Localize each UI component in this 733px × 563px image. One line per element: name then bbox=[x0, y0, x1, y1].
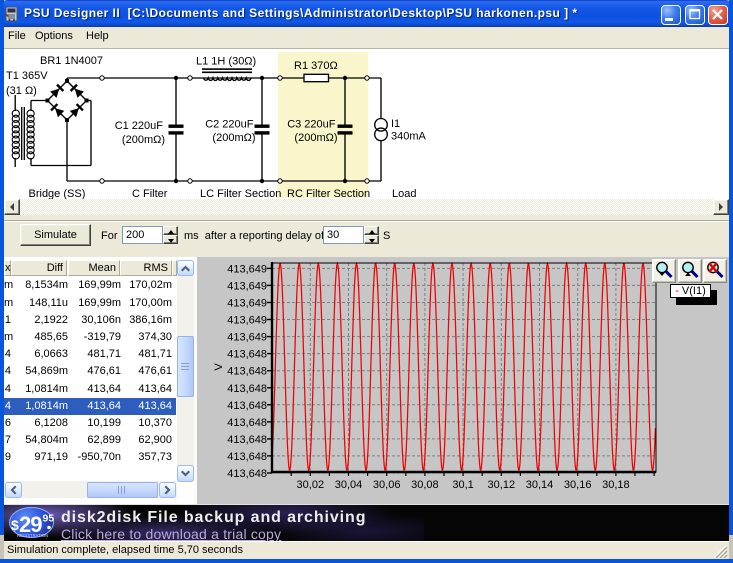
svg-text:30,02: 30,02 bbox=[297, 479, 325, 491]
svg-text:413,648: 413,648 bbox=[227, 383, 267, 395]
svg-text:Bridge (SS): Bridge (SS) bbox=[29, 188, 86, 199]
svg-text:(31 Ω): (31 Ω) bbox=[6, 85, 37, 97]
svg-text:BR1 1N4007: BR1 1N4007 bbox=[40, 55, 103, 67]
svg-text:30,04: 30,04 bbox=[335, 479, 363, 491]
svg-text:413,648: 413,648 bbox=[227, 451, 267, 463]
svg-text:413,649: 413,649 bbox=[227, 315, 267, 327]
svg-text:(200mΩ): (200mΩ) bbox=[122, 134, 165, 146]
svg-text:340mA: 340mA bbox=[391, 131, 427, 143]
svg-text:413,648: 413,648 bbox=[227, 468, 267, 480]
svg-text:RC Filter Section: RC Filter Section bbox=[287, 188, 370, 199]
svg-text:V: V bbox=[213, 363, 225, 371]
svg-text:30,16: 30,16 bbox=[564, 479, 592, 491]
svg-text:30,1: 30,1 bbox=[452, 479, 473, 491]
svg-text:30,14: 30,14 bbox=[526, 479, 554, 491]
svg-text:413,648: 413,648 bbox=[227, 417, 267, 429]
svg-text:(200mΩ): (200mΩ) bbox=[294, 132, 337, 144]
svg-text:30,12: 30,12 bbox=[488, 479, 516, 491]
svg-text:C3 220uF: C3 220uF bbox=[287, 119, 336, 131]
svg-text:T1 365V: T1 365V bbox=[6, 70, 48, 82]
svg-text:95: 95 bbox=[43, 513, 55, 525]
svg-text:413,649: 413,649 bbox=[227, 332, 267, 344]
svg-text:413,649: 413,649 bbox=[227, 280, 267, 292]
svg-text:C1 220uF: C1 220uF bbox=[115, 120, 164, 132]
svg-text:413,649: 413,649 bbox=[227, 263, 267, 275]
svg-text:LC Filter Section: LC Filter Section bbox=[200, 188, 281, 199]
svg-text:$: $ bbox=[11, 517, 19, 533]
svg-text:R1 370Ω: R1 370Ω bbox=[294, 60, 338, 72]
svg-text:30,08: 30,08 bbox=[411, 479, 439, 491]
svg-text:C Filter: C Filter bbox=[132, 188, 168, 199]
svg-text:413,649: 413,649 bbox=[227, 298, 267, 310]
svg-text:413,648: 413,648 bbox=[227, 366, 267, 378]
svg-text:L1 1H (30Ω): L1 1H (30Ω) bbox=[196, 56, 256, 68]
svg-text:30,06: 30,06 bbox=[373, 479, 401, 491]
svg-text:(200mΩ): (200mΩ) bbox=[212, 132, 255, 144]
svg-text:30,18: 30,18 bbox=[602, 479, 630, 491]
svg-text:413,648: 413,648 bbox=[227, 349, 267, 361]
svg-text:REGISTRATION: REGISTRATION bbox=[17, 533, 48, 538]
svg-text:Load: Load bbox=[392, 188, 416, 199]
svg-text:C2 220uF: C2 220uF bbox=[205, 119, 254, 131]
svg-text:I1: I1 bbox=[391, 118, 400, 130]
svg-text:413,648: 413,648 bbox=[227, 400, 267, 412]
svg-text:413,648: 413,648 bbox=[227, 434, 267, 446]
